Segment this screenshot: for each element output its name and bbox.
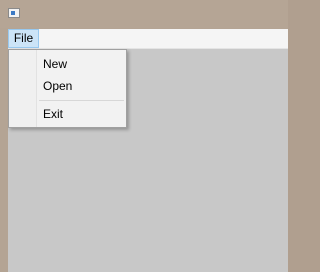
menu-item-exit[interactable]: Exit <box>9 103 126 125</box>
menu-item-open-label: Open <box>43 79 73 93</box>
menu-item-new[interactable]: New <box>9 53 126 75</box>
menu-item-exit-label: Exit <box>43 107 64 121</box>
title-bar[interactable] <box>0 0 288 28</box>
menu-bar: File <box>8 29 288 49</box>
menu-item-new-label: New <box>43 57 68 71</box>
menu-file[interactable]: File <box>8 29 39 48</box>
menu-item-open[interactable]: Open <box>9 75 126 97</box>
file-dropdown-menu: New Open Exit <box>8 49 127 128</box>
app-window-icon[interactable] <box>8 8 20 18</box>
app-window: File New Open Exit <box>0 0 288 272</box>
menu-separator <box>39 100 124 101</box>
